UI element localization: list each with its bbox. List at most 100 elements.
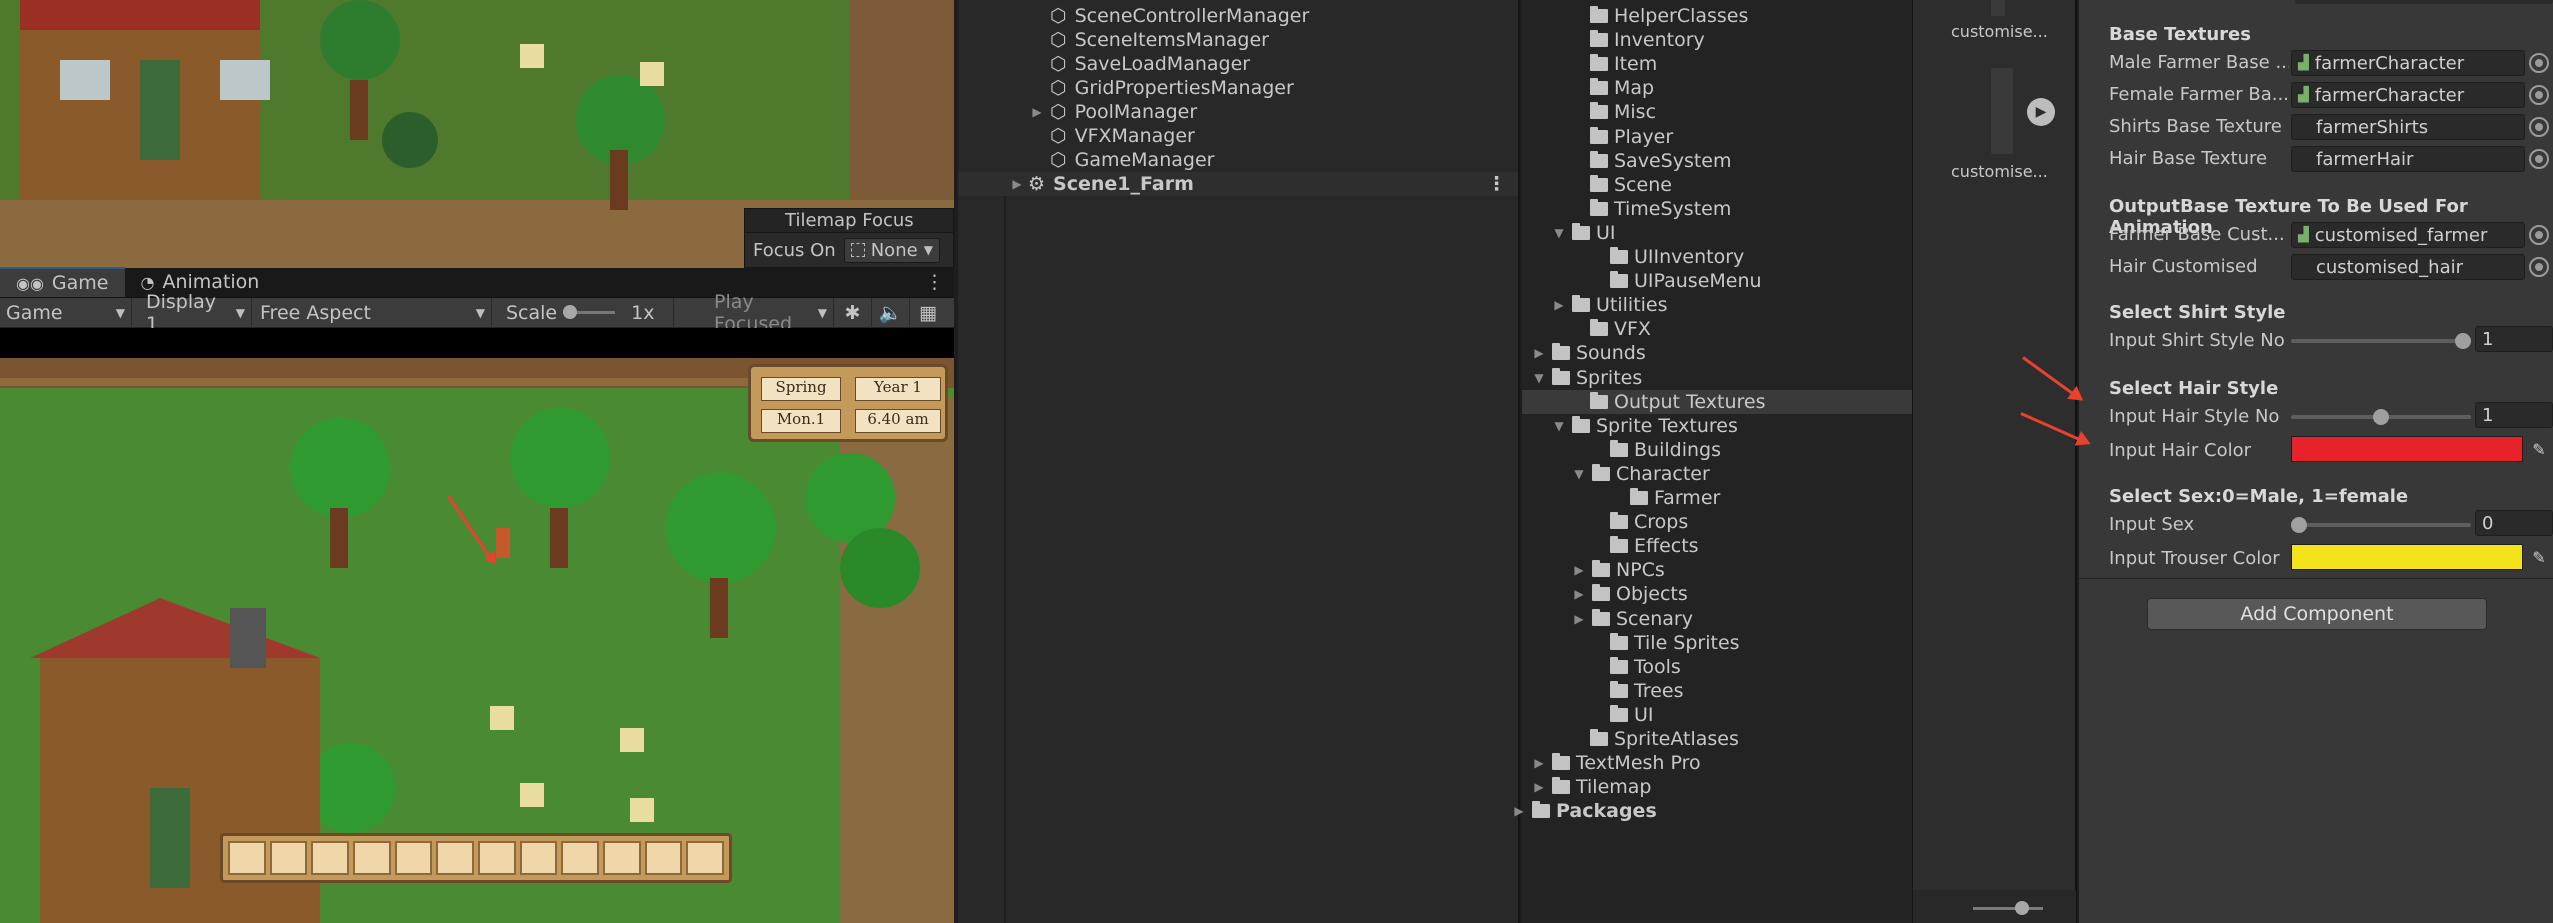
project-folder-item[interactable]: ▶ NPCs [1572,558,1664,582]
object-picker-icon[interactable] [2529,85,2549,105]
collapse-arrow-icon[interactable]: ▼ [1552,419,1566,433]
project-folder-item[interactable]: Buildings [1610,438,1721,462]
project-folder-item[interactable]: ▶ Tilemap [1532,775,1651,799]
inventory-slot[interactable] [436,841,475,875]
expand-arrow-icon[interactable]: ▶ [1532,756,1546,770]
tab-game[interactable]: ◉◉ Game [0,267,125,297]
hierarchy-scene-row[interactable]: ▶ ⚙ Scene1_Farm ⋮ [958,172,1518,196]
shirt-style-slider-knob[interactable] [2455,333,2471,349]
project-folder-item[interactable]: Effects [1610,534,1699,558]
hair-style-slider[interactable] [2291,409,2471,425]
project-folder-item[interactable]: SpriteAtlases [1590,727,1739,751]
project-folder-item[interactable]: Inventory [1590,28,1705,52]
trouser-color-swatch[interactable] [2291,544,2523,570]
object-picker-icon[interactable] [2529,257,2549,277]
panel-menu-button[interactable]: ⋮ [915,267,954,297]
project-folder-item[interactable]: UIInventory [1610,245,1744,269]
inventory-slot[interactable] [394,841,433,875]
inventory-slot[interactable] [603,841,641,875]
thumbnail-size-slider[interactable] [1973,901,2043,915]
project-folder-item[interactable]: ▶ Packages [1512,799,1656,823]
expand-arrow-icon[interactable]: ▶ [1010,177,1024,191]
expand-arrow-icon[interactable]: ▶ [1512,804,1526,818]
scale-slider[interactable] [563,305,616,319]
project-folder-item[interactable]: UIPauseMenu [1610,269,1762,293]
expand-arrow-icon[interactable]: ▶ [1572,563,1586,577]
eyedropper-icon[interactable]: ✎ [2527,545,2551,569]
inspector-top-field[interactable] [2295,0,2553,4]
inventory-slot[interactable] [519,841,558,875]
project-folder-item[interactable]: Scene [1590,173,1672,197]
object-picker-icon[interactable] [2529,117,2549,137]
object-picker-icon[interactable] [2529,149,2549,169]
farmer-base-custom-field[interactable]: ▟ customised_farmer [2291,222,2525,248]
aspect-dropdown[interactable]: Free Aspect ▼ [252,297,492,328]
hair-style-slider-knob[interactable] [2373,409,2389,425]
asset-preview-label[interactable]: customise... [1951,162,2048,181]
hierarchy-item[interactable]: ⬡ GameManager [1050,148,1214,172]
project-folder-item[interactable]: Farmer [1630,486,1720,510]
project-folder-item[interactable]: ▼ Sprites [1532,366,1642,390]
scene-view[interactable]: Tilemap Focus Focus On None ▼ [0,0,954,268]
project-folder-item[interactable]: Tools [1610,655,1681,679]
play-focused-dropdown[interactable]: Play Focused ▼ [674,291,834,335]
project-folder-item[interactable]: Trees [1610,679,1684,703]
project-folder-item[interactable]: SaveSystem [1590,149,1732,173]
shirts-base-texture-field[interactable]: farmerShirts [2291,114,2525,140]
project-folder-item[interactable]: Misc [1590,100,1656,124]
project-folder-item[interactable]: ▼ Character [1572,462,1709,486]
hierarchy-item[interactable]: ▶ ⬡ PoolManager [1030,100,1197,124]
project-folder-item[interactable]: Crops [1610,510,1688,534]
focus-on-dropdown[interactable]: None ▼ [843,237,940,263]
asset-preview-label[interactable]: customise... [1951,22,2048,41]
hair-style-no-input[interactable]: 1 [2475,402,2553,428]
play-preview-icon[interactable]: ▶ [2027,98,2055,126]
inventory-slot[interactable] [353,841,391,875]
project-folder-item[interactable]: Player [1590,125,1673,149]
male-farmer-base-field[interactable]: ▟ farmerCharacter [2291,50,2525,76]
inventory-slot[interactable] [478,841,516,875]
expand-arrow-icon[interactable]: ▶ [1030,105,1044,119]
inventory-slot[interactable] [686,841,725,875]
collapse-arrow-icon[interactable]: ▼ [1552,226,1566,240]
expand-arrow-icon[interactable]: ▶ [1572,612,1586,626]
scale-slider-knob[interactable] [563,305,578,319]
project-folder-item[interactable]: Tile Sprites [1610,631,1740,655]
project-folder-item[interactable]: Item [1590,52,1657,76]
project-folder-item[interactable]: ▶ TextMesh Pro [1532,751,1700,775]
expand-arrow-icon[interactable]: ▶ [1552,298,1566,312]
scene-menu-icon[interactable]: ⋮ [1487,173,1506,195]
thumbnail-size-slider-knob[interactable] [2015,901,2029,915]
project-folder-item[interactable]: UI [1610,703,1654,727]
expand-arrow-icon[interactable]: ▶ [1532,780,1546,794]
sex-input[interactable]: 0 [2475,510,2553,536]
stats-grid-icon[interactable]: ▦ [910,298,946,328]
hair-color-swatch[interactable] [2291,436,2523,462]
project-folder-item[interactable]: TimeSystem [1590,197,1731,221]
hierarchy-item[interactable]: ⬡ SceneControllerManager [1050,4,1309,28]
inventory-slot[interactable] [228,841,266,875]
display-dropdown[interactable]: Display 1 ▼ [132,291,252,335]
project-folder-item[interactable]: VFX [1590,317,1651,341]
project-folder-item[interactable]: ▶ Sounds [1532,341,1645,365]
hair-customised-field[interactable]: customised_hair [2291,254,2525,280]
shirt-style-slider[interactable] [2291,333,2471,349]
sex-slider-knob[interactable] [2291,517,2307,533]
object-picker-icon[interactable] [2529,225,2549,245]
game-render[interactable]: Spring Year 1 Mon.1 6.40 am [0,358,954,923]
shirt-style-no-input[interactable]: 1 [2475,326,2553,352]
female-farmer-base-field[interactable]: ▟ farmerCharacter [2291,82,2525,108]
project-folder-item[interactable]: ▼ Sprite Textures [1552,414,1737,438]
bug-icon[interactable]: ✱ [834,297,872,328]
game-mode-dropdown[interactable]: Game ▼ [0,297,132,328]
hierarchy-item[interactable]: ⬡ GridPropertiesManager [1050,76,1294,100]
add-component-button[interactable]: Add Component [2147,598,2487,630]
inventory-slot[interactable] [269,841,308,875]
sex-slider[interactable] [2291,517,2471,533]
project-folder-item[interactable]: Output Textures [1522,389,1912,414]
collapse-arrow-icon[interactable]: ▼ [1572,467,1586,481]
project-folder-item[interactable]: HelperClasses [1590,4,1748,28]
inventory-slot[interactable] [644,841,683,875]
inventory-slot[interactable] [561,841,600,875]
hierarchy-item[interactable]: ⬡ VFXManager [1050,124,1195,148]
